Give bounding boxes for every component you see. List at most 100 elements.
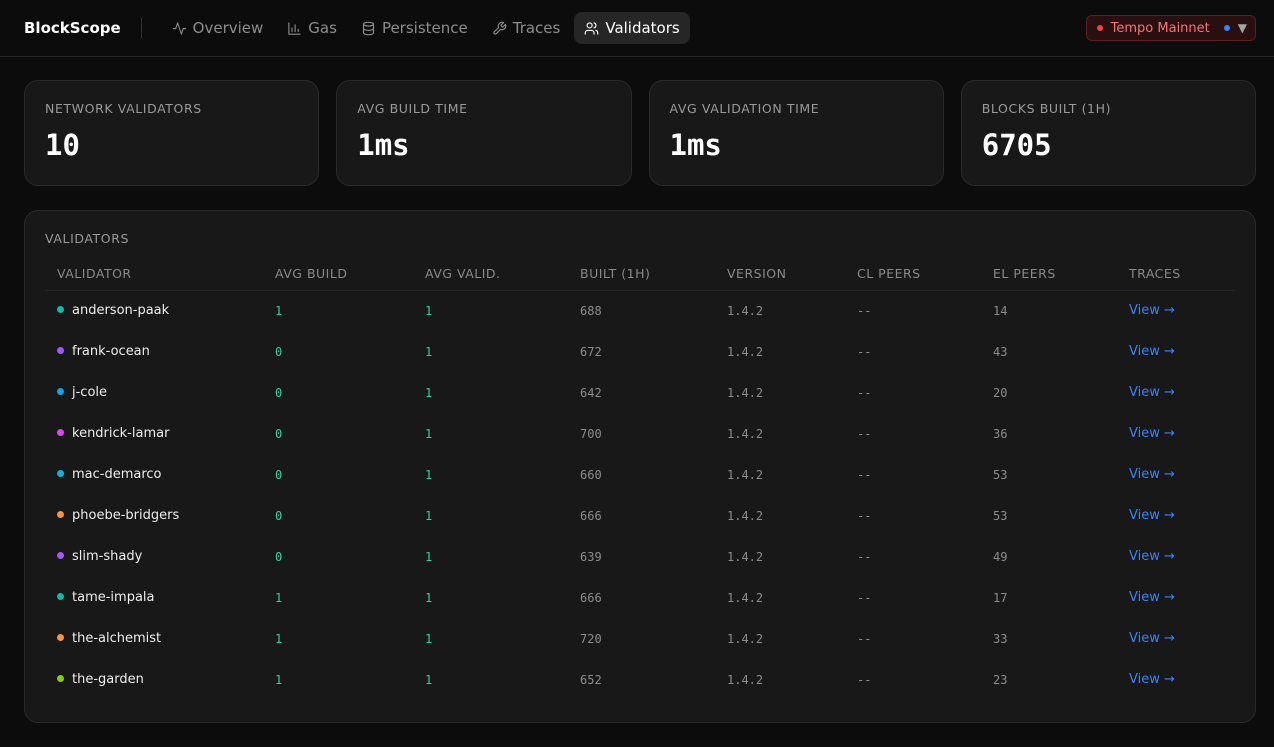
cl-peers-cell: -- <box>857 508 872 523</box>
brand-logo[interactable]: BlockScope <box>24 19 141 37</box>
version-cell: 1.4.2 <box>727 672 764 687</box>
validator-color-dot <box>57 429 64 436</box>
stats-row: NETWORK VALIDATORS 10 AVG BUILD TIME 1ms… <box>0 57 1274 186</box>
validator-name-cell: anderson-paak <box>45 290 263 331</box>
validator-name-cell: the-garden <box>45 659 263 700</box>
built-cell: 688 <box>580 303 602 318</box>
nav-persistence[interactable]: Persistence <box>351 12 478 44</box>
built-cell: 700 <box>580 426 602 441</box>
avg-build-cell: 1 <box>275 590 283 605</box>
built-cell: 660 <box>580 467 602 482</box>
chevron-down-icon: ▼ <box>1237 21 1247 35</box>
stat-value: 10 <box>45 128 80 162</box>
stat-card-blocks-built: BLOCKS BUILT (1H) 6705 <box>960 80 1256 186</box>
table-row[interactable]: slim-shady 0 1 639 1.4.2 -- 49 View → <box>45 536 1235 577</box>
traces-cell: View → <box>1117 413 1235 454</box>
validator-name: phoebe-bridgers <box>72 508 180 523</box>
table-row[interactable]: mac-demarco 0 1 660 1.4.2 -- 53 View → <box>45 454 1235 495</box>
built-cell: 652 <box>580 672 602 687</box>
table-header-row: VALIDATOR AVG BUILD AVG VALID. BUILT (1H… <box>45 258 1235 291</box>
stat-value: 1ms <box>669 128 722 162</box>
nav-overview[interactable]: Overview <box>162 12 274 44</box>
avg-valid-cell: 1 <box>425 672 433 687</box>
traces-cell: View → <box>1117 495 1235 536</box>
traces-cell: View → <box>1117 536 1235 577</box>
avg-valid-cell: 1 <box>425 344 433 359</box>
nav-gas[interactable]: Gas <box>277 12 347 44</box>
built-cell: 666 <box>580 508 602 523</box>
table-row[interactable]: phoebe-bridgers 0 1 666 1.4.2 -- 53 View → <box>45 495 1235 536</box>
nav-traces-label: Traces <box>512 19 561 37</box>
table-row[interactable]: the-garden 1 1 652 1.4.2 -- 23 View → <box>45 659 1235 700</box>
nav-gas-label: Gas <box>308 19 337 37</box>
avg-build-cell: 0 <box>275 467 283 482</box>
avg-build-cell: 0 <box>275 549 283 564</box>
validator-color-dot <box>57 388 64 395</box>
view-traces-link[interactable]: View → <box>1129 590 1175 605</box>
traces-cell: View → <box>1117 454 1235 495</box>
el-peers-cell: 20 <box>993 385 1008 400</box>
stat-label: NETWORK VALIDATORS <box>45 101 202 116</box>
network-select[interactable]: Tempo Mainnet ▼ <box>1085 15 1256 41</box>
activity-icon <box>172 21 186 35</box>
nav-overview-label: Overview <box>192 19 264 37</box>
validator-name: slim-shady <box>72 549 143 564</box>
cl-peers-cell: -- <box>857 344 872 359</box>
stat-value: 1ms <box>357 128 410 162</box>
version-cell: 1.4.2 <box>727 508 764 523</box>
table-row[interactable]: tame-impala 1 1 666 1.4.2 -- 17 View → <box>45 577 1235 618</box>
view-traces-link[interactable]: View → <box>1129 549 1175 564</box>
table-row[interactable]: anderson-paak 1 1 688 1.4.2 -- 14 View → <box>45 290 1235 331</box>
view-traces-link[interactable]: View → <box>1129 385 1175 400</box>
validator-name-cell: tame-impala <box>45 577 263 618</box>
view-traces-link[interactable]: View → <box>1129 467 1175 482</box>
view-traces-link[interactable]: View → <box>1129 303 1175 318</box>
table-row[interactable]: frank-ocean 0 1 672 1.4.2 -- 43 View → <box>45 331 1235 372</box>
avg-valid-cell: 1 <box>425 303 433 318</box>
nav-validators[interactable]: Validators <box>574 12 690 44</box>
column-header-validator: VALIDATOR <box>45 258 263 291</box>
version-cell: 1.4.2 <box>727 344 764 359</box>
avg-valid-cell: 1 <box>425 385 433 400</box>
table-row[interactable]: the-alchemist 1 1 720 1.4.2 -- 33 View → <box>45 618 1235 659</box>
nav-persistence-label: Persistence <box>381 19 468 37</box>
column-header-el-peers: EL PEERS <box>981 258 1117 291</box>
cl-peers-cell: -- <box>857 672 872 687</box>
validator-color-dot <box>57 552 64 559</box>
column-header-avg-build: AVG BUILD <box>263 258 413 291</box>
validator-name: tame-impala <box>72 590 155 605</box>
avg-valid-cell: 1 <box>425 467 433 482</box>
cl-peers-cell: -- <box>857 549 872 564</box>
stat-value: 6705 <box>981 128 1052 162</box>
validator-name-cell: kendrick-lamar <box>45 413 263 454</box>
column-header-built: BUILT (1H) <box>568 258 715 291</box>
el-peers-cell: 49 <box>993 549 1008 564</box>
validator-name-cell: mac-demarco <box>45 454 263 495</box>
table-row[interactable]: j-cole 0 1 642 1.4.2 -- 20 View → <box>45 372 1235 413</box>
database-icon <box>362 21 374 35</box>
table-row[interactable]: kendrick-lamar 0 1 700 1.4.2 -- 36 View → <box>45 413 1235 454</box>
avg-valid-cell: 1 <box>425 508 433 523</box>
cl-peers-cell: -- <box>857 426 872 441</box>
panel-title: VALIDATORS <box>45 231 130 246</box>
stat-label: AVG VALIDATION TIME <box>669 101 820 116</box>
validator-name: frank-ocean <box>72 344 150 359</box>
stat-card-network-validators: NETWORK VALIDATORS 10 <box>24 80 320 186</box>
validator-name-cell: frank-ocean <box>45 331 263 372</box>
validator-name: anderson-paak <box>72 303 170 319</box>
version-cell: 1.4.2 <box>727 631 764 646</box>
column-header-cl-peers: CL PEERS <box>845 258 981 291</box>
view-traces-link[interactable]: View → <box>1129 672 1175 687</box>
avg-build-cell: 0 <box>275 385 283 400</box>
header-divider <box>140 18 142 38</box>
el-peers-cell: 36 <box>993 426 1008 441</box>
nav-traces[interactable]: Traces <box>482 12 571 44</box>
view-traces-link[interactable]: View → <box>1129 426 1175 441</box>
view-traces-link[interactable]: View → <box>1129 508 1175 523</box>
traces-cell: View → <box>1117 372 1235 413</box>
view-traces-link[interactable]: View → <box>1129 631 1175 646</box>
avg-valid-cell: 1 <box>425 549 433 564</box>
version-cell: 1.4.2 <box>727 385 764 400</box>
view-traces-link[interactable]: View → <box>1129 344 1175 359</box>
built-cell: 666 <box>580 590 602 605</box>
